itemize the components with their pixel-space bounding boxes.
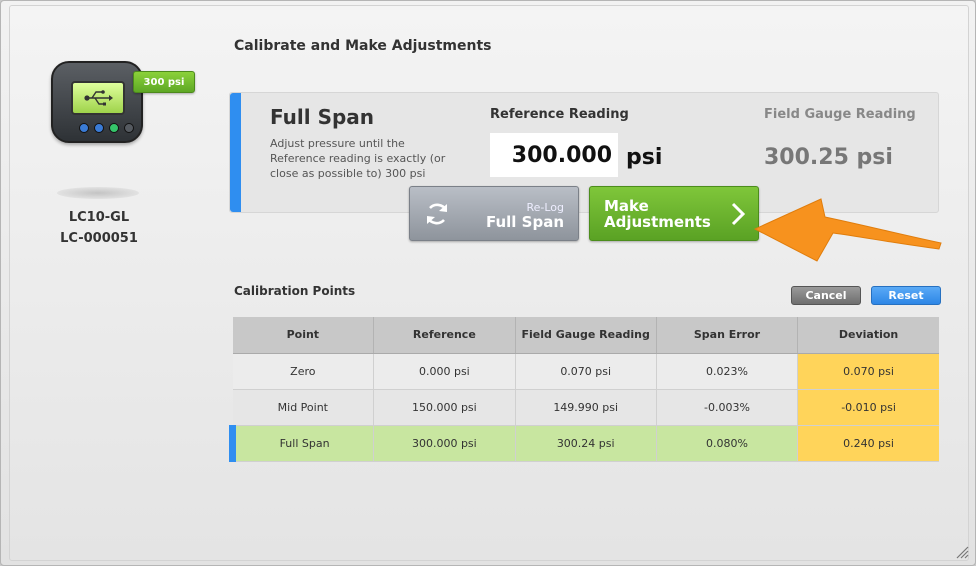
cell-reference: 150.000 psi [373,389,516,426]
column-header-span-error: Span Error [656,317,799,354]
cell-deviation: -0.010 psi [797,389,939,426]
app-window: 300 psi LC10-GL LC-000051 Calibrate and … [0,0,976,566]
cell-deviation: 0.240 psi [797,425,939,462]
cell-point: Full Span [228,425,375,462]
make-adjustments-button[interactable]: Make Adjustments [589,186,759,241]
device-body [51,61,143,143]
cell-deviation: 0.070 psi [797,353,939,390]
reference-reading-value: 300.000 [490,133,618,177]
cell-span-error: 0.080% [656,425,799,462]
page-title: Calibrate and Make Adjustments [234,38,492,54]
device-image [49,59,145,145]
relog-full-span-button[interactable]: Re-Log Full Span [409,186,579,241]
indicator-light-2 [94,123,104,133]
column-header-field-gauge: Field Gauge Reading [515,317,657,354]
cell-reference: 300.000 psi [373,425,516,462]
callout-arrow-icon [753,198,942,262]
device-screen [71,81,125,115]
cell-point: Zero [232,353,375,390]
relog-label-big: Full Span [485,213,564,231]
resize-grip-icon[interactable] [955,545,969,559]
make-adjustments-label: Make Adjustments [604,198,711,230]
reset-button[interactable]: Reset [871,286,941,305]
table-row[interactable]: Mid Point 150.000 psi 149.990 psi -0.003… [232,389,939,426]
table-row-active[interactable]: Full Span 300.000 psi 300.24 psi 0.080% … [228,425,939,462]
usb-icon [84,90,113,106]
device-indicator-lights [79,123,134,133]
field-gauge-value: 300.25 psi [764,145,893,170]
chevron-right-icon [731,202,746,226]
span-card-accent [230,93,241,212]
device-shadow [57,187,139,199]
field-gauge-label: Field Gauge Reading [764,107,916,122]
pressure-range-badge: 300 psi [133,71,195,93]
refresh-icon [426,203,448,225]
device-identity: LC10-GL LC-000051 [41,207,157,249]
device-serial: LC-000051 [60,231,138,246]
indicator-light-1 [79,123,89,133]
cell-field-gauge: 149.990 psi [515,389,657,426]
cell-field-gauge: 300.24 psi [515,425,657,462]
span-title: Full Span [270,105,375,129]
reference-reading-unit: psi [626,145,663,170]
calibration-points-title: Calibration Points [234,284,356,298]
cell-span-error: -0.003% [656,389,799,426]
calibration-table: Point Reference Field Gauge Reading Span… [228,317,939,462]
indicator-light-4 [124,123,134,133]
reference-reading-label: Reference Reading [490,107,629,122]
make-line2: Adjustments [604,213,711,231]
device-model: LC10-GL [68,210,130,225]
span-instructions: Adjust pressure until the Reference read… [270,137,446,180]
indicator-light-3 [109,123,119,133]
table-header-row: Point Reference Field Gauge Reading Span… [232,317,939,354]
cancel-button[interactable]: Cancel [791,286,861,305]
make-line1: Make [604,197,649,215]
cell-reference: 0.000 psi [373,353,516,390]
table-row[interactable]: Zero 0.000 psi 0.070 psi 0.023% 0.070 ps… [232,353,939,390]
column-header-deviation: Deviation [797,317,939,354]
cell-span-error: 0.023% [656,353,799,390]
span-card: Full Span Adjust pressure until the Refe… [229,92,939,213]
cell-point: Mid Point [232,389,375,426]
cell-field-gauge: 0.070 psi [515,353,657,390]
column-header-point: Point [232,317,375,354]
column-header-reference: Reference [373,317,516,354]
